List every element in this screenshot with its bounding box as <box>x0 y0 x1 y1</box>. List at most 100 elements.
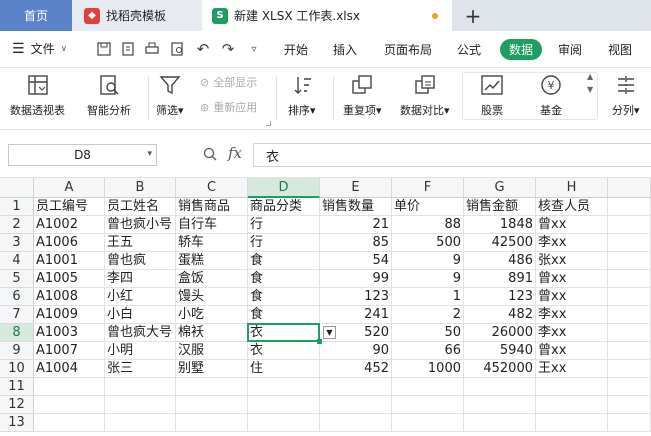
cell-d6[interactable]: 食 <box>248 288 320 306</box>
cell-f8[interactable]: 50 <box>392 324 464 342</box>
menu-view[interactable]: 视图 <box>608 41 632 58</box>
row-header-2[interactable]: 2 <box>0 216 34 234</box>
cell-d2[interactable]: 行 <box>248 216 320 234</box>
cell-d3[interactable]: 行 <box>248 234 320 252</box>
cell-f7[interactable]: 2 <box>392 306 464 324</box>
cell-b12[interactable] <box>105 396 176 414</box>
print-preview-icon[interactable] <box>170 41 186 57</box>
cell-g10[interactable]: 452000 <box>464 360 536 378</box>
reapply-button[interactable]: ⊛ 重新应用 <box>200 99 257 115</box>
cell-g4[interactable]: 486 <box>464 252 536 270</box>
quick-access-dropdown-icon[interactable]: ▿ <box>246 41 262 57</box>
cell-filler[interactable] <box>608 378 651 396</box>
cell-g1[interactable]: 销售金额 <box>464 198 536 216</box>
cell-a13[interactable] <box>34 414 105 432</box>
cell-d1[interactable]: 商品分类 <box>248 198 320 216</box>
cell-e3[interactable]: 85 <box>320 234 392 252</box>
row-header-7[interactable]: 7 <box>0 306 34 324</box>
cell-f2[interactable]: 88 <box>392 216 464 234</box>
ribbon-expand-icon[interactable] <box>266 121 271 126</box>
column-header-d[interactable]: D <box>248 178 320 198</box>
cell-g2[interactable]: 1848 <box>464 216 536 234</box>
cell-a11[interactable] <box>34 378 105 396</box>
cell-b1[interactable]: 员工姓名 <box>105 198 176 216</box>
cell-filler[interactable] <box>608 324 651 342</box>
row-header-1[interactable]: 1 <box>0 198 34 216</box>
row-header-5[interactable]: 5 <box>0 270 34 288</box>
formula-input[interactable]: 衣 <box>253 143 651 167</box>
cell-a2[interactable]: A1002 <box>34 216 105 234</box>
cell-h7[interactable]: 李xx <box>536 306 608 324</box>
cell-b7[interactable]: 小白 <box>105 306 176 324</box>
cell-h4[interactable]: 张xx <box>536 252 608 270</box>
cell-filler[interactable] <box>608 234 651 252</box>
cell-c5[interactable]: 盒饭 <box>176 270 248 288</box>
cell-d11[interactable] <box>248 378 320 396</box>
tab-template[interactable]: ◆ 找稻壳模板 <box>72 0 202 31</box>
sort-button[interactable]: 排序▾ <box>288 72 316 118</box>
cell-e7[interactable]: 241 <box>320 306 392 324</box>
cell-f9[interactable]: 66 <box>392 342 464 360</box>
undo-icon[interactable]: ↶ <box>195 40 211 58</box>
menu-page-layout[interactable]: 页面布局 <box>384 41 432 58</box>
ribbon-scroll-arrows[interactable]: ▲ ▼ <box>587 72 593 94</box>
column-header-g[interactable]: G <box>464 178 536 198</box>
cell-c10[interactable]: 别墅 <box>176 360 248 378</box>
stock-button[interactable]: 股票 <box>479 72 505 118</box>
cell-c1[interactable]: 销售商品 <box>176 198 248 216</box>
cell-a5[interactable]: A1005 <box>34 270 105 288</box>
row-header-9[interactable]: 9 <box>0 342 34 360</box>
cell-b4[interactable]: 曾也疯 <box>105 252 176 270</box>
cell-c2[interactable]: 自行车 <box>176 216 248 234</box>
cell-e13[interactable] <box>320 414 392 432</box>
cell-d7[interactable]: 食 <box>248 306 320 324</box>
cell-dropdown-arrow-icon[interactable]: ▼ <box>323 326 336 339</box>
column-header-b[interactable]: B <box>105 178 176 198</box>
chevron-down-icon[interactable]: ▾ <box>147 149 152 159</box>
column-header-e[interactable]: E <box>320 178 392 198</box>
cell-filler[interactable] <box>608 270 651 288</box>
fill-handle[interactable] <box>317 339 322 344</box>
row-header-12[interactable]: 12 <box>0 396 34 414</box>
cell-a8[interactable]: A1003 <box>34 324 105 342</box>
cell-b5[interactable]: 李四 <box>105 270 176 288</box>
name-box[interactable]: D8 ▾ <box>8 144 157 166</box>
cell-d9[interactable]: 衣 <box>248 342 320 360</box>
data-compare-button[interactable]: 数据对比▾ <box>400 72 450 118</box>
cell-f3[interactable]: 500 <box>392 234 464 252</box>
cell-h13[interactable] <box>536 414 608 432</box>
cell-e2[interactable]: 21 <box>320 216 392 234</box>
cell-e6[interactable]: 123 <box>320 288 392 306</box>
cell-filler[interactable] <box>608 198 651 216</box>
column-header-h[interactable]: H <box>536 178 608 198</box>
menu-start[interactable]: 开始 <box>284 41 308 58</box>
cell-g6[interactable]: 123 <box>464 288 536 306</box>
smart-analysis-button[interactable]: 智能分析 <box>87 72 131 118</box>
cell-a1[interactable]: 员工编号 <box>34 198 105 216</box>
cell-e4[interactable]: 54 <box>320 252 392 270</box>
cell-a10[interactable]: A1004 <box>34 360 105 378</box>
cell-g11[interactable] <box>464 378 536 396</box>
cell-h12[interactable] <box>536 396 608 414</box>
pivot-table-button[interactable]: 数据透视表 <box>10 72 65 118</box>
cell-e9[interactable]: 90 <box>320 342 392 360</box>
cell-c3[interactable]: 轿车 <box>176 234 248 252</box>
cell-e12[interactable] <box>320 396 392 414</box>
menu-formulas[interactable]: 公式 <box>457 41 481 58</box>
cell-c6[interactable]: 馒头 <box>176 288 248 306</box>
cell-d5[interactable]: 食 <box>248 270 320 288</box>
cell-b3[interactable]: 王五 <box>105 234 176 252</box>
row-header-11[interactable]: 11 <box>0 378 34 396</box>
column-header-a[interactable]: A <box>34 178 105 198</box>
select-all-corner[interactable] <box>0 178 34 198</box>
cell-filler[interactable] <box>608 216 651 234</box>
cell-c12[interactable] <box>176 396 248 414</box>
cell-d4[interactable]: 食 <box>248 252 320 270</box>
cell-a3[interactable]: A1006 <box>34 234 105 252</box>
cell-a7[interactable]: A1009 <box>34 306 105 324</box>
cell-h2[interactable]: 曾xx <box>536 216 608 234</box>
cell-filler[interactable] <box>608 360 651 378</box>
cell-b9[interactable]: 小明 <box>105 342 176 360</box>
cell-f4[interactable]: 9 <box>392 252 464 270</box>
row-header-10[interactable]: 10 <box>0 360 34 378</box>
